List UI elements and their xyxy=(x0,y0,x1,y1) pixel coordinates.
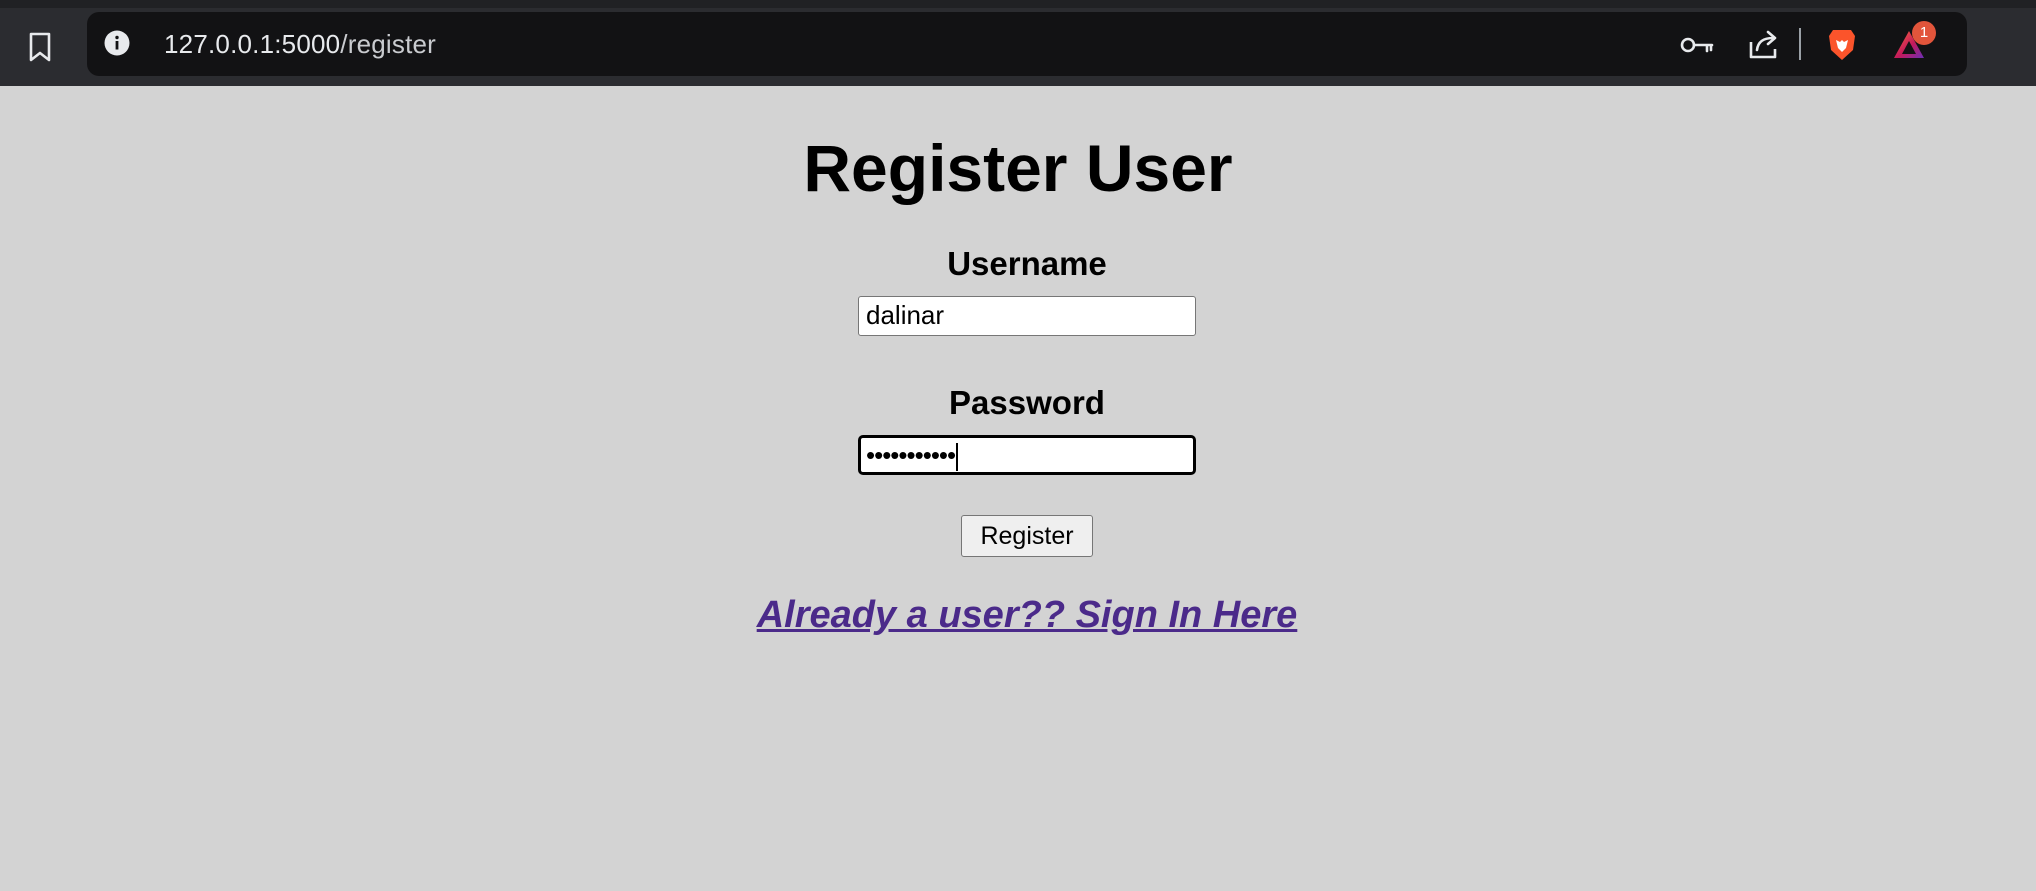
bookmark-icon[interactable] xyxy=(24,30,56,64)
page-content: Register User Username dalinar Password … xyxy=(0,86,2036,891)
sign-in-link[interactable]: Already a user?? Sign In Here xyxy=(0,592,2036,638)
share-icon[interactable] xyxy=(1746,27,1782,63)
password-label: Password xyxy=(949,384,1105,421)
username-input[interactable]: dalinar xyxy=(858,296,1196,336)
window-top-strip xyxy=(0,0,2036,8)
toolbar-divider xyxy=(1799,28,1801,60)
rewards-badge: 1 xyxy=(1912,21,1936,45)
password-input[interactable]: ••••••••••• xyxy=(858,435,1196,475)
page-title: Register User xyxy=(803,131,1233,205)
info-icon[interactable] xyxy=(104,30,130,56)
key-icon[interactable] xyxy=(1679,27,1715,63)
browser-toolbar: 127.0.0.1:5000/register 1 xyxy=(0,8,2036,86)
text-caret xyxy=(956,443,959,472)
username-label: Username xyxy=(947,245,1107,282)
brave-lion-icon[interactable] xyxy=(1824,27,1860,63)
register-button[interactable]: Register xyxy=(961,515,1093,557)
address-bar[interactable]: 127.0.0.1:5000/register 1 xyxy=(87,12,1967,76)
url-text[interactable]: 127.0.0.1:5000/register xyxy=(164,12,436,76)
password-masked-value: ••••••••••• xyxy=(866,440,956,470)
url-host: 127.0.0.1:5000 xyxy=(164,29,341,59)
url-path: /register xyxy=(340,29,437,59)
